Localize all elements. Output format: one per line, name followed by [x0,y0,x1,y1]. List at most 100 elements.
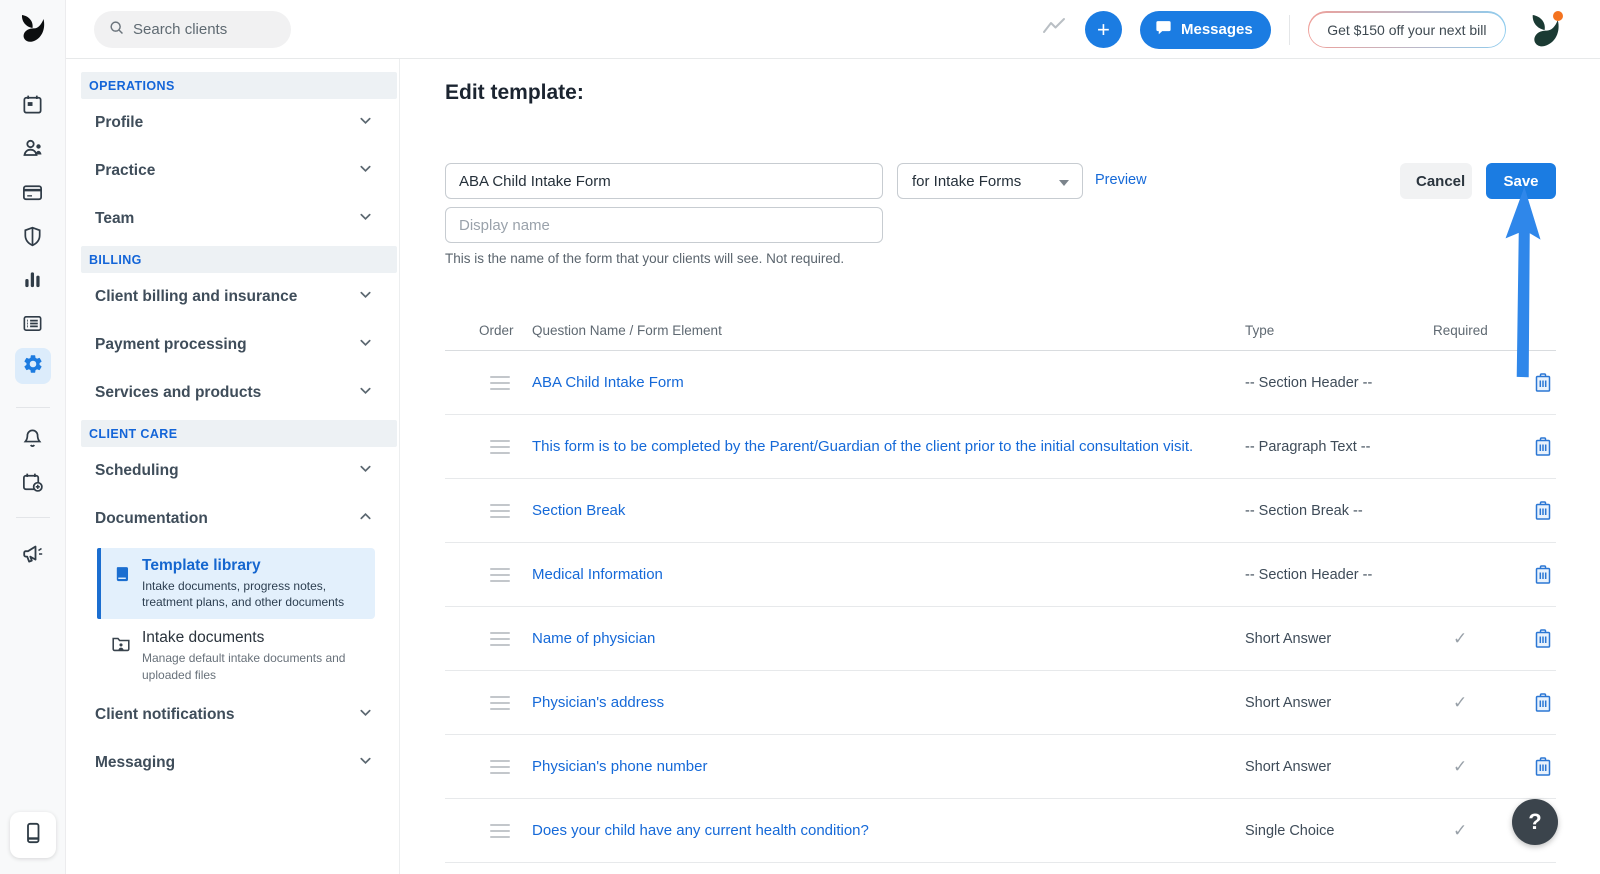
chevron-down-icon [358,209,373,229]
table-row: Physician's phone number Short Answer ✓ [445,735,1556,799]
template-library-title: Template library [142,557,261,574]
sidebar-subitem-intake-documents[interactable]: Intake documents Manage default intake d… [97,629,387,682]
question-type: Short Answer [1245,630,1332,647]
column-header-type: Type [1245,323,1275,338]
required-check: ✓ [1453,692,1468,712]
intake-documents-description: Manage default intake documents and uplo… [142,651,346,682]
rail-divider [16,407,50,408]
template-library-description: Intake documents, progress notes, treatm… [142,579,345,610]
chevron-down-icon [358,383,373,403]
table-row: Physician's address Short Answer ✓ [445,671,1556,735]
save-button[interactable]: Save [1486,163,1556,199]
preview-link[interactable]: Preview [1095,172,1147,188]
credit-card-icon[interactable] [21,180,45,204]
search-input[interactable] [133,21,277,38]
question-type: -- Section Header -- [1245,566,1373,583]
sidebar-item-practice[interactable]: Practice [66,147,399,195]
trash-icon[interactable] [1534,628,1552,649]
question-link[interactable]: Medical Information [532,565,1245,585]
drag-handle-icon[interactable] [490,375,510,390]
app-logo-icon[interactable] [16,13,48,50]
trash-icon[interactable] [1534,500,1552,521]
table-row: Name of physician Short Answer ✓ [445,607,1556,671]
sidebar-item-scheduling[interactable]: Scheduling [66,447,399,495]
messages-button[interactable]: Messages [1139,10,1271,49]
question-link[interactable]: This form is to be completed by the Pare… [532,437,1245,457]
column-header-required: Required [1433,323,1488,338]
shield-icon[interactable] [21,224,45,248]
chevron-down-icon [358,705,373,725]
required-check: ✓ [1453,756,1468,776]
sidebar-subitem-template-library[interactable]: Template library Intake documents, progr… [97,548,375,620]
sidebar-item-client-billing[interactable]: Client billing and insurance [66,273,399,321]
promo-button[interactable]: Get $150 off your next bill [1307,11,1506,48]
question-type: Single Choice [1245,822,1335,839]
drag-handle-icon[interactable] [490,759,510,774]
template-category-select[interactable]: for Intake Forms [897,163,1083,199]
drag-handle-icon[interactable] [490,503,510,518]
sidebar-item-team[interactable]: Team [66,195,399,243]
section-header-billing: BILLING [81,246,397,273]
settings-sidebar: OPERATIONS Profile Practice Team BILLING… [66,59,400,874]
sidebar-item-services-products[interactable]: Services and products [66,369,399,417]
sidebar-item-documentation[interactable]: Documentation [66,495,399,543]
question-type: Short Answer [1245,694,1332,711]
drag-handle-icon[interactable] [490,631,510,646]
sidebar-item-profile[interactable]: Profile [66,99,399,147]
sidebar-item-payment-processing[interactable]: Payment processing [66,321,399,369]
mobile-app-button[interactable] [10,812,56,858]
question-link[interactable]: Does your child have any current health … [532,821,1245,841]
question-link[interactable]: Name of physician [532,629,1245,649]
drag-handle-icon[interactable] [490,567,510,582]
promo-label: Get $150 off your next bill [1309,12,1505,47]
trash-icon[interactable] [1534,692,1552,713]
table-row: Section Break -- Section Break -- [445,479,1556,543]
trash-icon[interactable] [1534,564,1552,585]
drag-handle-icon[interactable] [490,695,510,710]
megaphone-icon[interactable] [21,542,45,566]
top-bar: + Messages Get $150 off your next bill [66,0,1600,59]
help-button[interactable]: ? [1512,799,1558,845]
account-avatar[interactable] [1524,10,1564,50]
chat-bubble-icon [1154,18,1173,41]
calendar-icon[interactable] [21,92,45,116]
list-icon[interactable] [21,311,45,335]
chevron-down-icon [358,335,373,355]
question-link[interactable]: ABA Child Intake Form [532,373,1245,393]
messages-label: Messages [1180,21,1253,38]
bar-chart-icon[interactable] [21,267,45,291]
avatar-logo-icon [1524,14,1564,54]
trending-icon[interactable] [1041,16,1067,43]
drag-handle-icon[interactable] [490,439,510,454]
sidebar-item-messaging[interactable]: Messaging [66,739,399,787]
bell-icon[interactable] [21,426,45,450]
template-name-input[interactable] [445,163,883,199]
folder-person-icon [110,633,132,660]
calendar-plus-icon[interactable] [21,470,45,494]
chevron-down-icon [358,287,373,307]
create-new-button[interactable]: + [1084,11,1122,48]
page-title: Edit template: [445,81,584,104]
client-search[interactable] [94,11,291,48]
display-name-input[interactable] [445,207,883,243]
chevron-down-icon [358,461,373,481]
search-icon [108,19,125,41]
question-link[interactable]: Section Break [532,501,1245,521]
cancel-button[interactable]: Cancel [1400,163,1472,199]
question-link[interactable]: Physician's phone number [532,757,1245,777]
book-icon [112,564,133,590]
topbar-divider [1288,14,1290,45]
table-row: Medical Information -- Section Header -- [445,543,1556,607]
trash-icon[interactable] [1534,756,1552,777]
drag-handle-icon[interactable] [490,823,510,838]
table-row: Does your child have any current health … [445,799,1556,863]
question-link[interactable]: Physician's address [532,693,1245,713]
trash-icon[interactable] [1534,372,1552,393]
people-icon[interactable] [21,136,45,160]
settings-active-tile[interactable] [15,348,51,384]
trash-icon[interactable] [1534,436,1552,457]
gear-icon [22,353,44,380]
display-name-helper-text: This is the name of the form that your c… [445,251,845,266]
sidebar-item-client-notifications[interactable]: Client notifications [66,691,399,739]
main-content: Edit template: for Intake Forms Preview … [400,59,1600,874]
